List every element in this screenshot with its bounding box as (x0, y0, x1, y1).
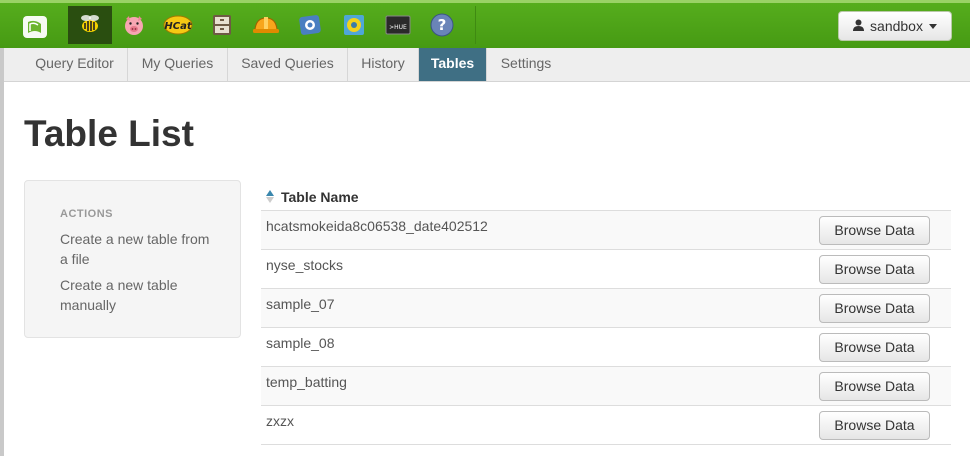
tab-history[interactable]: History (348, 48, 419, 81)
hue-shell-icon[interactable]: >HUE (376, 6, 420, 44)
tab-query-editor[interactable]: Query Editor (22, 48, 128, 81)
table-name-link[interactable]: sample_07 (266, 296, 335, 312)
table-header[interactable]: Table Name (261, 181, 951, 211)
tab-saved-queries[interactable]: Saved Queries (228, 48, 348, 81)
table-row: hcatsmokeida8c06538_date402512 Browse Da… (261, 211, 951, 250)
browse-data-button[interactable]: Browse Data (819, 411, 930, 440)
table-name-link[interactable]: temp_batting (266, 374, 347, 390)
sort-ascending-icon[interactable] (266, 190, 274, 196)
beeswax-icon[interactable] (68, 6, 112, 44)
chevron-down-icon (928, 23, 937, 29)
svg-text:HCat: HCat (164, 21, 192, 32)
table-row: temp_batting Browse Data (261, 367, 951, 406)
tab-settings[interactable]: Settings (487, 48, 565, 81)
subnav-bar: Query Editor My Queries Saved Queries Hi… (4, 48, 970, 82)
file-browser-icon[interactable] (200, 6, 244, 44)
table-name-link[interactable]: hcatsmokeida8c06538_date402512 (266, 218, 488, 234)
table-row: zxzx Browse Data (261, 406, 951, 445)
browse-data-button[interactable]: Browse Data (819, 333, 930, 362)
actions-header: ACTIONS (60, 208, 113, 220)
pig-icon[interactable] (112, 6, 156, 44)
page-left-border (0, 48, 4, 456)
job-designer-icon[interactable] (244, 6, 288, 44)
user-icon (853, 18, 865, 34)
tab-tables[interactable]: Tables (419, 48, 487, 81)
create-table-manually-link[interactable]: Create a new table manually (60, 275, 210, 315)
top-navbar: HCat >HUE ? sandbox (0, 0, 970, 48)
tab-my-queries[interactable]: My Queries (128, 48, 228, 81)
table-row: sample_08 Browse Data (261, 328, 951, 367)
actions-sidebar: ACTIONS Create a new table from a file C… (24, 180, 241, 338)
oozie-icon[interactable] (288, 6, 332, 44)
hue-logo-icon[interactable] (12, 10, 58, 44)
table-name-link[interactable]: nyse_stocks (266, 257, 343, 273)
help-icon[interactable]: ? (420, 6, 464, 44)
hcat-icon[interactable]: HCat (156, 6, 200, 44)
svg-text:?: ? (438, 16, 447, 34)
browse-data-button[interactable]: Browse Data (819, 294, 930, 323)
browse-data-button[interactable]: Browse Data (819, 255, 930, 284)
create-table-from-file-link[interactable]: Create a new table from a file (60, 229, 210, 269)
browse-data-button[interactable]: Browse Data (819, 216, 930, 245)
table-name-link[interactable]: zxzx (266, 413, 294, 429)
column-header-table-name[interactable]: Table Name (281, 189, 359, 205)
table-row: nyse_stocks Browse Data (261, 250, 951, 289)
user-menu-label: sandbox (870, 18, 923, 34)
job-browser-icon[interactable] (332, 6, 376, 44)
user-menu-button[interactable]: sandbox (838, 11, 952, 41)
table-row: sample_07 Browse Data (261, 289, 951, 328)
browse-data-button[interactable]: Browse Data (819, 372, 930, 401)
sort-descending-icon (266, 197, 274, 203)
table-name-link[interactable]: sample_08 (266, 335, 335, 351)
navbar-divider (475, 6, 476, 44)
svg-text:>HUE: >HUE (389, 24, 407, 31)
page-title: Table List (24, 113, 194, 154)
